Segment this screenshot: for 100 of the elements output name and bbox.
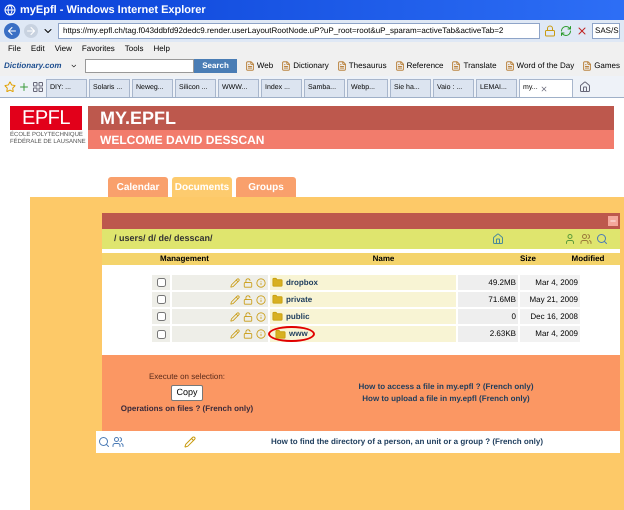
permissions-button[interactable] [243, 294, 253, 304]
row-checkbox[interactable] [156, 312, 166, 321]
pencil-icon [230, 329, 240, 339]
help-link[interactable]: How to upload a file in my.epfl (French only) [362, 393, 530, 405]
collapse-button[interactable] [608, 216, 618, 226]
forward-arrow-icon [25, 25, 37, 37]
edit-button[interactable] [230, 278, 240, 288]
folder-entry[interactable]: public [272, 310, 310, 322]
modified-cell: Dec 16, 2008 [520, 309, 580, 324]
refresh-button[interactable] [560, 25, 572, 37]
toolbar-link-icon [504, 61, 515, 71]
browser-icon [4, 4, 16, 16]
star-icon [4, 80, 16, 92]
toolbar-link-icon [244, 61, 255, 71]
dictionary-search-field[interactable] [85, 59, 194, 73]
window-title: myEpfl - Windows Internet Explorer [20, 2, 206, 18]
users-icon [112, 436, 124, 448]
info-button[interactable] [256, 278, 266, 288]
folder-icon [272, 294, 283, 305]
folder-entry[interactable]: dropbox [272, 276, 318, 288]
permissions-button[interactable] [243, 329, 253, 339]
menu-item[interactable]: Help [153, 43, 170, 55]
menu-item[interactable]: File [8, 43, 21, 55]
permissions-button[interactable] [243, 278, 253, 288]
info-icon [256, 329, 266, 339]
users-icon [580, 233, 592, 245]
close-icon [576, 25, 588, 37]
unlock-icon [243, 312, 253, 322]
help-link[interactable]: How to access a file in my.epfl ? (French only) [358, 381, 534, 393]
toolbar-link[interactable]: Reference [406, 60, 444, 72]
folder-icon [272, 277, 283, 288]
toolbar-link[interactable]: Web [256, 60, 274, 72]
column-header: Management [159, 253, 210, 265]
edit-button[interactable] [230, 294, 240, 304]
toolbar-link-icon [582, 61, 592, 71]
toolbar-link-icon [451, 61, 462, 71]
toolbar-link-icon [336, 61, 347, 71]
unlock-icon [243, 278, 253, 288]
epfl-logo: EPFL [10, 106, 82, 130]
menu-item[interactable]: Tools [124, 43, 144, 55]
size-cell: 71.6MB [458, 292, 518, 307]
forward-button[interactable] [24, 24, 38, 38]
url-text: https://my.epfl.ch/tag.f043ddbfd92dedc9.render.userLayoutRootNode.uP?uP_root=root&uP_sparam=activeTab&activeTab=2 [63, 25, 504, 37]
menu-item[interactable]: Edit [30, 43, 45, 55]
column-header: Modified [570, 253, 606, 265]
help-link[interactable]: Operations on files ? (French only) [120, 402, 254, 415]
folder-icon [275, 328, 286, 340]
address-field[interactable]: https://my.epfl.ch/tag.f043ddbfd92dedc9.render.userLayoutRootNode.uP?uP_root=root&uP_sparam=activeTab&activeTab=2 [58, 23, 540, 39]
back-button[interactable] [4, 23, 20, 39]
folder-entry[interactable]: private [272, 294, 312, 306]
directory-link[interactable]: How to find the directory of a person, an unit or a group ? (French only) [196, 436, 618, 448]
back-arrow-icon [6, 25, 18, 37]
circled-folder-entry[interactable]: www [268, 326, 315, 342]
info-button[interactable] [256, 294, 266, 304]
close-icon[interactable] [540, 84, 548, 92]
site-title: MY.EPFL [100, 106, 176, 130]
modified-cell: Mar 4, 2009 [520, 275, 580, 290]
grid-icon [32, 80, 44, 92]
path-text[interactable]: / users/ d/ de/ desscan/ [114, 232, 488, 246]
pencil-icon [230, 294, 240, 304]
search-icon [596, 233, 608, 245]
toolbar-link[interactable]: Translate [463, 60, 497, 72]
size-cell: 49.2MB [458, 275, 518, 290]
toolbar-link[interactable]: Dictionary [293, 60, 329, 72]
dictionary-logo[interactable]: Dictionary.com [4, 60, 62, 72]
lock-icon [544, 25, 556, 37]
info-icon [256, 312, 266, 322]
add-icon [18, 80, 30, 92]
unlock-icon [243, 294, 253, 304]
search-field[interactable]: SAS/S [592, 23, 620, 39]
pencil-icon [230, 278, 240, 288]
edit-button[interactable] [230, 329, 240, 339]
size-cell: 2.63KB [458, 326, 518, 342]
toolbar-link[interactable]: Thesaurus [348, 60, 387, 72]
home-icon [579, 80, 591, 92]
info-button[interactable] [256, 312, 266, 322]
stop-button[interactable] [576, 25, 588, 37]
folder-icon [272, 311, 283, 322]
menu-item[interactable]: Favorites [82, 43, 115, 55]
refresh-icon [560, 25, 572, 37]
toolbar-link[interactable]: Games [594, 60, 620, 72]
info-icon [256, 278, 266, 288]
row-checkbox[interactable] [156, 330, 166, 338]
permissions-button[interactable] [243, 312, 253, 322]
info-button[interactable] [256, 329, 266, 339]
menu-item[interactable]: View [54, 43, 72, 55]
toolbar-link-icon [281, 61, 292, 71]
execute-label: Execute on selection: [148, 371, 226, 384]
row-checkbox[interactable] [156, 278, 166, 287]
user-icon [564, 233, 576, 245]
modified-cell: Mar 4, 2009 [520, 326, 580, 342]
caret-icon [70, 62, 78, 70]
info-icon [256, 294, 266, 304]
copy-button[interactable]: Copy [171, 385, 202, 401]
row-checkbox[interactable] [156, 295, 166, 304]
toolbar-link[interactable]: Word of the Day [516, 60, 574, 72]
unlock-icon [243, 329, 253, 339]
pencil-icon [230, 312, 240, 322]
search-button[interactable]: Search [194, 59, 237, 73]
edit-button[interactable] [230, 312, 240, 322]
